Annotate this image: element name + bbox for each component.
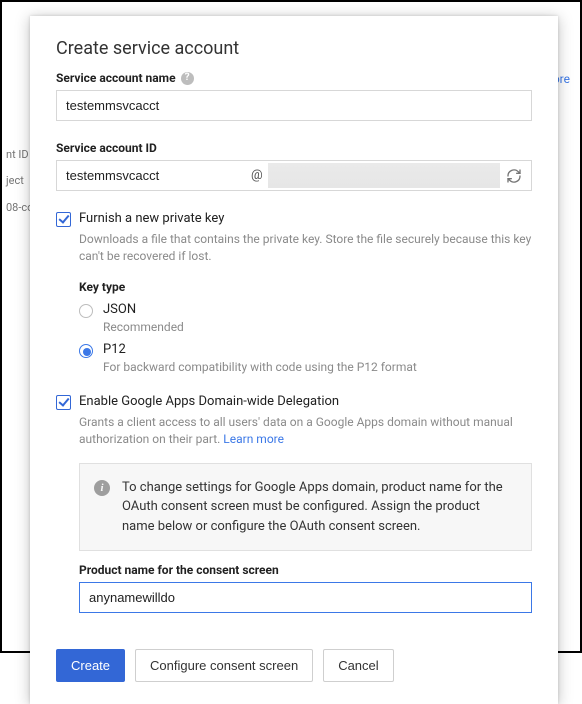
key-type-json-option[interactable]: JSON Recommended	[79, 302, 532, 334]
consent-product-label: Product name for the consent screen	[79, 563, 532, 577]
service-name-input[interactable]	[56, 90, 532, 121]
learn-more-link[interactable]: Learn more	[223, 432, 284, 446]
delegation-label: Enable Google Apps Domain-wide Delegatio…	[79, 394, 339, 409]
delegation-checkbox[interactable]	[56, 395, 71, 410]
help-icon[interactable]: ?	[181, 72, 194, 85]
service-name-label: Service account name ?	[56, 71, 532, 85]
key-type-label: Key type	[79, 280, 532, 294]
service-id-domain-masked	[268, 163, 500, 188]
service-id-label-text: Service account ID	[56, 141, 157, 155]
furnish-key-label: Furnish a new private key	[79, 211, 224, 226]
json-label: JSON	[103, 302, 184, 317]
dialog-title: Create service account	[56, 38, 532, 59]
create-button[interactable]: Create	[56, 649, 125, 682]
dialog-buttons: Create Configure consent screen Cancel	[56, 649, 532, 682]
furnish-key-checkbox[interactable]	[56, 212, 71, 227]
delegation-row[interactable]: Enable Google Apps Domain-wide Delegatio…	[56, 394, 532, 410]
cancel-button[interactable]: Cancel	[323, 649, 393, 682]
service-name-label-text: Service account name	[56, 71, 176, 85]
p12-help: For backward compatibility with code usi…	[103, 360, 417, 374]
info-icon: i	[94, 480, 110, 496]
service-id-input[interactable]	[57, 161, 251, 190]
furnish-key-row[interactable]: Furnish a new private key	[56, 211, 532, 227]
consent-info-box: i To change settings for Google Apps dom…	[79, 463, 532, 552]
radio-json[interactable]	[79, 304, 93, 318]
radio-p12[interactable]	[79, 344, 93, 358]
key-type-p12-option[interactable]: P12 For backward compatibility with code…	[79, 342, 532, 374]
delegation-help: Grants a client access to all users' dat…	[79, 414, 532, 449]
service-id-label: Service account ID	[56, 141, 532, 155]
consent-product-input[interactable]	[79, 582, 532, 613]
refresh-icon	[506, 168, 522, 184]
furnish-key-help: Downloads a file that contains the priva…	[79, 231, 532, 266]
consent-info-text: To change settings for Google Apps domai…	[122, 478, 515, 537]
consent-product-label-text: Product name for the consent screen	[79, 563, 279, 577]
delegation-help-text: Grants a client access to all users' dat…	[79, 415, 513, 446]
p12-label: P12	[103, 342, 417, 357]
json-help: Recommended	[103, 320, 184, 334]
service-id-row: @	[56, 160, 532, 191]
configure-consent-button[interactable]: Configure consent screen	[135, 649, 313, 682]
create-service-account-dialog: Create service account Service account n…	[30, 16, 558, 704]
at-sign: @	[251, 161, 266, 190]
refresh-id-button[interactable]	[503, 161, 531, 190]
